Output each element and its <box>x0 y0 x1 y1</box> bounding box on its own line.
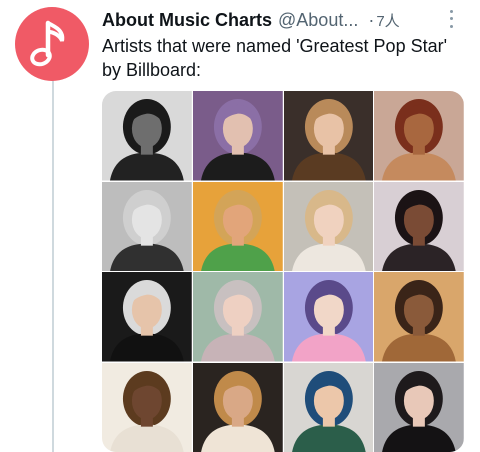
photo-tile[interactable] <box>374 362 464 452</box>
portrait-image <box>283 272 374 362</box>
portrait-image <box>374 272 464 362</box>
thread-line <box>52 80 54 452</box>
more-options-icon[interactable] <box>446 8 456 30</box>
separator-dot: · <box>368 9 375 30</box>
user-handle[interactable]: @About... <box>278 10 358 31</box>
portrait-image <box>283 362 374 452</box>
photo-tile[interactable] <box>283 91 374 181</box>
music-note-icon <box>30 20 65 67</box>
tweet-header: About Music Charts @About... · 7人 <box>102 8 470 32</box>
portrait-image <box>283 91 374 181</box>
photo-tile[interactable] <box>374 91 464 181</box>
display-name[interactable]: About Music Charts <box>102 10 272 31</box>
portrait-image <box>374 362 464 452</box>
photo-tile[interactable] <box>192 272 283 362</box>
avatar[interactable] <box>15 7 89 81</box>
photo-tile[interactable] <box>192 362 283 452</box>
photo-tile[interactable] <box>283 272 374 362</box>
portrait-image <box>102 91 192 181</box>
photo-tile[interactable] <box>102 272 192 362</box>
photo-grid[interactable] <box>102 91 464 452</box>
tweet-text: Artists that were named 'Greatest Pop St… <box>102 36 448 80</box>
portrait-image <box>283 181 374 271</box>
portrait-image <box>192 91 283 181</box>
photo-tile[interactable] <box>283 362 374 452</box>
photo-tile[interactable] <box>192 91 283 181</box>
portrait-image <box>374 91 464 181</box>
photo-tile[interactable] <box>192 181 283 271</box>
photo-tile[interactable] <box>283 181 374 271</box>
portrait-image <box>192 362 283 452</box>
photo-tile[interactable] <box>102 362 192 452</box>
photo-tile[interactable] <box>374 272 464 362</box>
photo-tile[interactable] <box>102 91 192 181</box>
portrait-image <box>374 181 464 271</box>
portrait-image <box>102 362 192 452</box>
portrait-image <box>102 272 192 362</box>
portrait-image <box>102 181 192 271</box>
timestamp[interactable]: 7人 <box>376 10 399 31</box>
photo-tile[interactable] <box>102 181 192 271</box>
portrait-image <box>192 181 283 271</box>
photo-tile[interactable] <box>374 181 464 271</box>
portrait-image <box>192 272 283 362</box>
